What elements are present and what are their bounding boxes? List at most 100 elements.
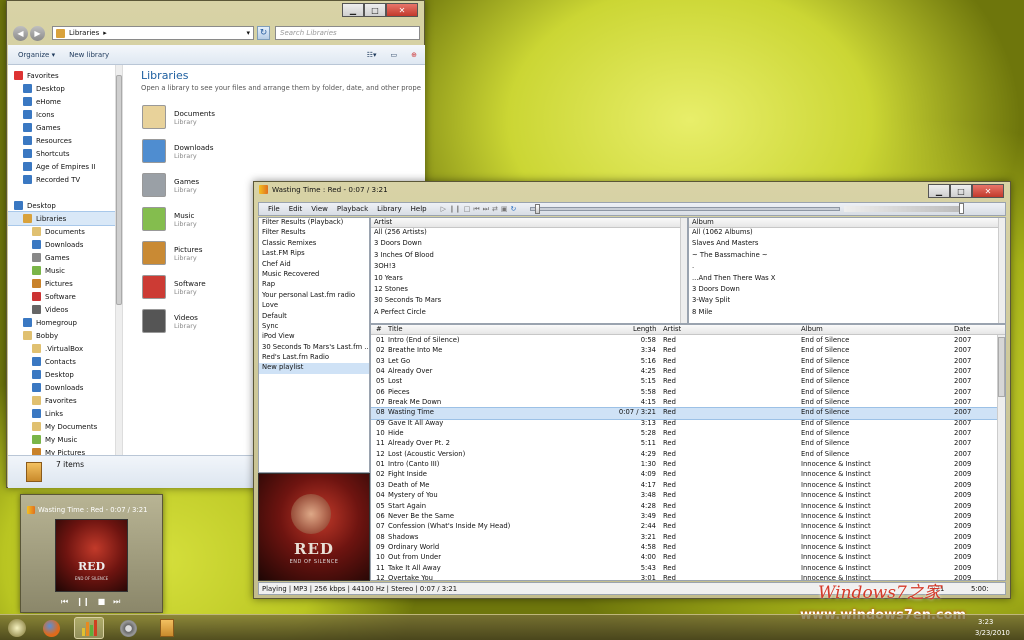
playlist-item[interactable]: Last.FM Rips	[259, 249, 369, 259]
album-item[interactable]: 3-Way Split	[689, 296, 1005, 307]
album-item[interactable]: ...And Then There Was X	[689, 274, 1005, 285]
seekbar[interactable]	[530, 204, 841, 214]
nav-item[interactable]: My Music	[8, 433, 122, 446]
album-item[interactable]: .	[689, 262, 1005, 273]
table-row[interactable]: 10 Hide 5:28 Red End of Silence 2007	[371, 429, 1005, 439]
artist-header[interactable]: Artist	[371, 218, 687, 228]
nav-item[interactable]: Recorded TV	[8, 173, 122, 186]
menu-playback[interactable]: Playback	[337, 205, 368, 213]
album-item[interactable]: ~ The Bassmachine ~	[689, 251, 1005, 262]
taskbar-explorer[interactable]	[152, 617, 182, 639]
col-artist[interactable]: Artist	[663, 325, 681, 333]
nav-item[interactable]: Videos	[8, 303, 122, 316]
nav-item[interactable]: Favorites	[8, 394, 122, 407]
playlist-item[interactable]: New playlist	[259, 363, 369, 374]
table-row[interactable]: 06 Pieces 5:58 Red End of Silence 2007	[371, 388, 1005, 398]
help-icon[interactable]: ⊕	[411, 51, 417, 59]
playlist-item[interactable]: Filter Results	[259, 228, 369, 238]
nav-item[interactable]: eHome	[8, 95, 122, 108]
previous-icon[interactable]: ⏮	[473, 205, 479, 214]
pause-icon[interactable]: ❙❙	[76, 597, 89, 607]
nav-item[interactable]: Age of Empires II	[8, 160, 122, 173]
nav-item[interactable]: .VirtualBox	[8, 342, 122, 355]
clock-date[interactable]: 3/23/2010	[975, 629, 1010, 637]
repeat-icon[interactable]: ↻	[510, 205, 516, 214]
playlist-item[interactable]: 30 Seconds To Mars's Last.fm ...	[259, 343, 369, 353]
table-row[interactable]: 07 Confession (What's Inside My Head) 2:44…	[371, 522, 1005, 532]
play-icon[interactable]: ▷	[441, 205, 446, 214]
taskbar-settings[interactable]	[113, 617, 143, 639]
close-button[interactable]: ✕	[386, 3, 418, 17]
pause-icon[interactable]: ❙❙	[449, 205, 461, 214]
search-input[interactable]: Search Libraries	[275, 26, 420, 40]
table-row[interactable]: 04 Mystery of You 3:48 Red Innocence & Insti…	[371, 491, 1005, 501]
table-row[interactable]: 05 Start Again 4:28 Red Innocence & Instinct…	[371, 502, 1005, 512]
artist-scrollbar[interactable]	[680, 218, 687, 323]
table-row[interactable]: 02 Fight Inside 4:09 Red Innocence & Instinc…	[371, 470, 1005, 480]
nav-item[interactable]: Desktop	[8, 82, 122, 95]
library-item[interactable]: Downloads Library	[142, 134, 342, 168]
table-row[interactable]: 06 Never Be the Same 3:49 Red Innocence & In…	[371, 512, 1005, 522]
back-arrow-icon[interactable]: ◀	[13, 26, 28, 41]
address-bar[interactable]: Libraries ▸ ▾	[52, 26, 254, 40]
table-row[interactable]: 03 Let Go 5:16 Red End of Silence 2007	[371, 357, 1005, 367]
table-row[interactable]: 01 Intro (End of Silence) 0:58 Red End of Si…	[371, 336, 1005, 346]
preview-pane-icon[interactable]: ▭	[391, 51, 398, 59]
nav-item[interactable]: Music	[8, 264, 122, 277]
taskbar-foobar[interactable]	[74, 617, 104, 639]
table-row[interactable]: 04 Already Over 4:25 Red End of Silence 2007	[371, 367, 1005, 377]
nav-item[interactable]: My Pictures	[8, 446, 122, 455]
playlist-item[interactable]: Filter Results (Playback)	[259, 218, 369, 228]
volume-handle[interactable]	[959, 203, 965, 214]
artist-item[interactable]: 30 Seconds To Mars	[371, 296, 687, 307]
clock-time[interactable]: 3:23	[978, 618, 993, 626]
stop-icon[interactable]: ■	[98, 597, 106, 607]
nav-item[interactable]: Resources	[8, 134, 122, 147]
nav-scrollbar[interactable]	[115, 65, 122, 455]
stop-icon[interactable]: □	[464, 205, 471, 214]
minimize-button[interactable]: ▁	[342, 3, 364, 17]
forward-arrow-icon[interactable]: ▶	[30, 26, 45, 41]
table-row[interactable]: 07 Break Me Down 4:15 Red End of Silence 2007	[371, 398, 1005, 408]
nav-item[interactable]: Downloads	[8, 381, 122, 394]
table-row[interactable]: 01 Intro (Canto III) 1:30 Red Innocence & In…	[371, 460, 1005, 470]
nav-item[interactable]: Favorites	[8, 69, 122, 82]
album-item[interactable]: Slaves And Masters	[689, 239, 1005, 250]
playlist-item[interactable]: Sync	[259, 322, 369, 332]
address-dropdown-icon[interactable]: ▾	[246, 29, 250, 37]
album-header[interactable]: Album	[689, 218, 1005, 228]
table-row[interactable]: 09 Ordinary World 4:58 Red Innocence & Insti…	[371, 543, 1005, 553]
col-num[interactable]: #	[376, 325, 382, 333]
playlist-item[interactable]: Love	[259, 301, 369, 311]
nav-item[interactable]: Desktop	[8, 199, 122, 212]
nav-item[interactable]: My Documents	[8, 420, 122, 433]
playlist-item[interactable]: Music Recovered	[259, 270, 369, 280]
playlist-item[interactable]: Red's Last.fm Radio	[259, 353, 369, 363]
playlist-item[interactable]: Your personal Last.fm radio	[259, 291, 369, 301]
col-date[interactable]: Date	[954, 325, 970, 333]
col-length[interactable]: Length	[633, 325, 656, 333]
nav-item[interactable]: Libraries	[8, 211, 122, 226]
view-options-icon[interactable]: ☷▾	[367, 51, 377, 59]
nav-item[interactable]: Shortcuts	[8, 147, 122, 160]
album-item[interactable]: 3 Doors Down	[689, 285, 1005, 296]
nav-item[interactable]: Games	[8, 251, 122, 264]
previous-icon[interactable]: ⏮	[61, 597, 68, 607]
table-row[interactable]: 11 Take It All Away 5:43 Red Innocence & Ins…	[371, 564, 1005, 574]
stop-after-icon[interactable]: ▣	[501, 205, 508, 214]
playlist-item[interactable]: Chef Aid	[259, 260, 369, 270]
artist-item[interactable]: 3 Doors Down	[371, 239, 687, 250]
artist-item[interactable]: 10 Years	[371, 274, 687, 285]
table-row[interactable]: 08 Wasting Time 0:07 / 3:21 Red End of Silen…	[371, 407, 1005, 420]
table-row[interactable]: 10 Out from Under 4:00 Red Innocence & Insti…	[371, 553, 1005, 563]
playlist-item[interactable]: Default	[259, 312, 369, 322]
nav-item[interactable]: Bobby	[8, 329, 122, 342]
taskbar-firefox[interactable]	[36, 617, 66, 639]
col-title[interactable]: Title	[388, 325, 403, 333]
menu-edit[interactable]: Edit	[289, 205, 303, 213]
start-button[interactable]	[4, 617, 30, 639]
nav-item[interactable]: Contacts	[8, 355, 122, 368]
table-row[interactable]: 12 Lost (Acoustic Version) 4:29 Red End of S…	[371, 450, 1005, 460]
close-button[interactable]: ✕	[972, 184, 1004, 198]
artist-item[interactable]: A Perfect Circle	[371, 308, 687, 319]
